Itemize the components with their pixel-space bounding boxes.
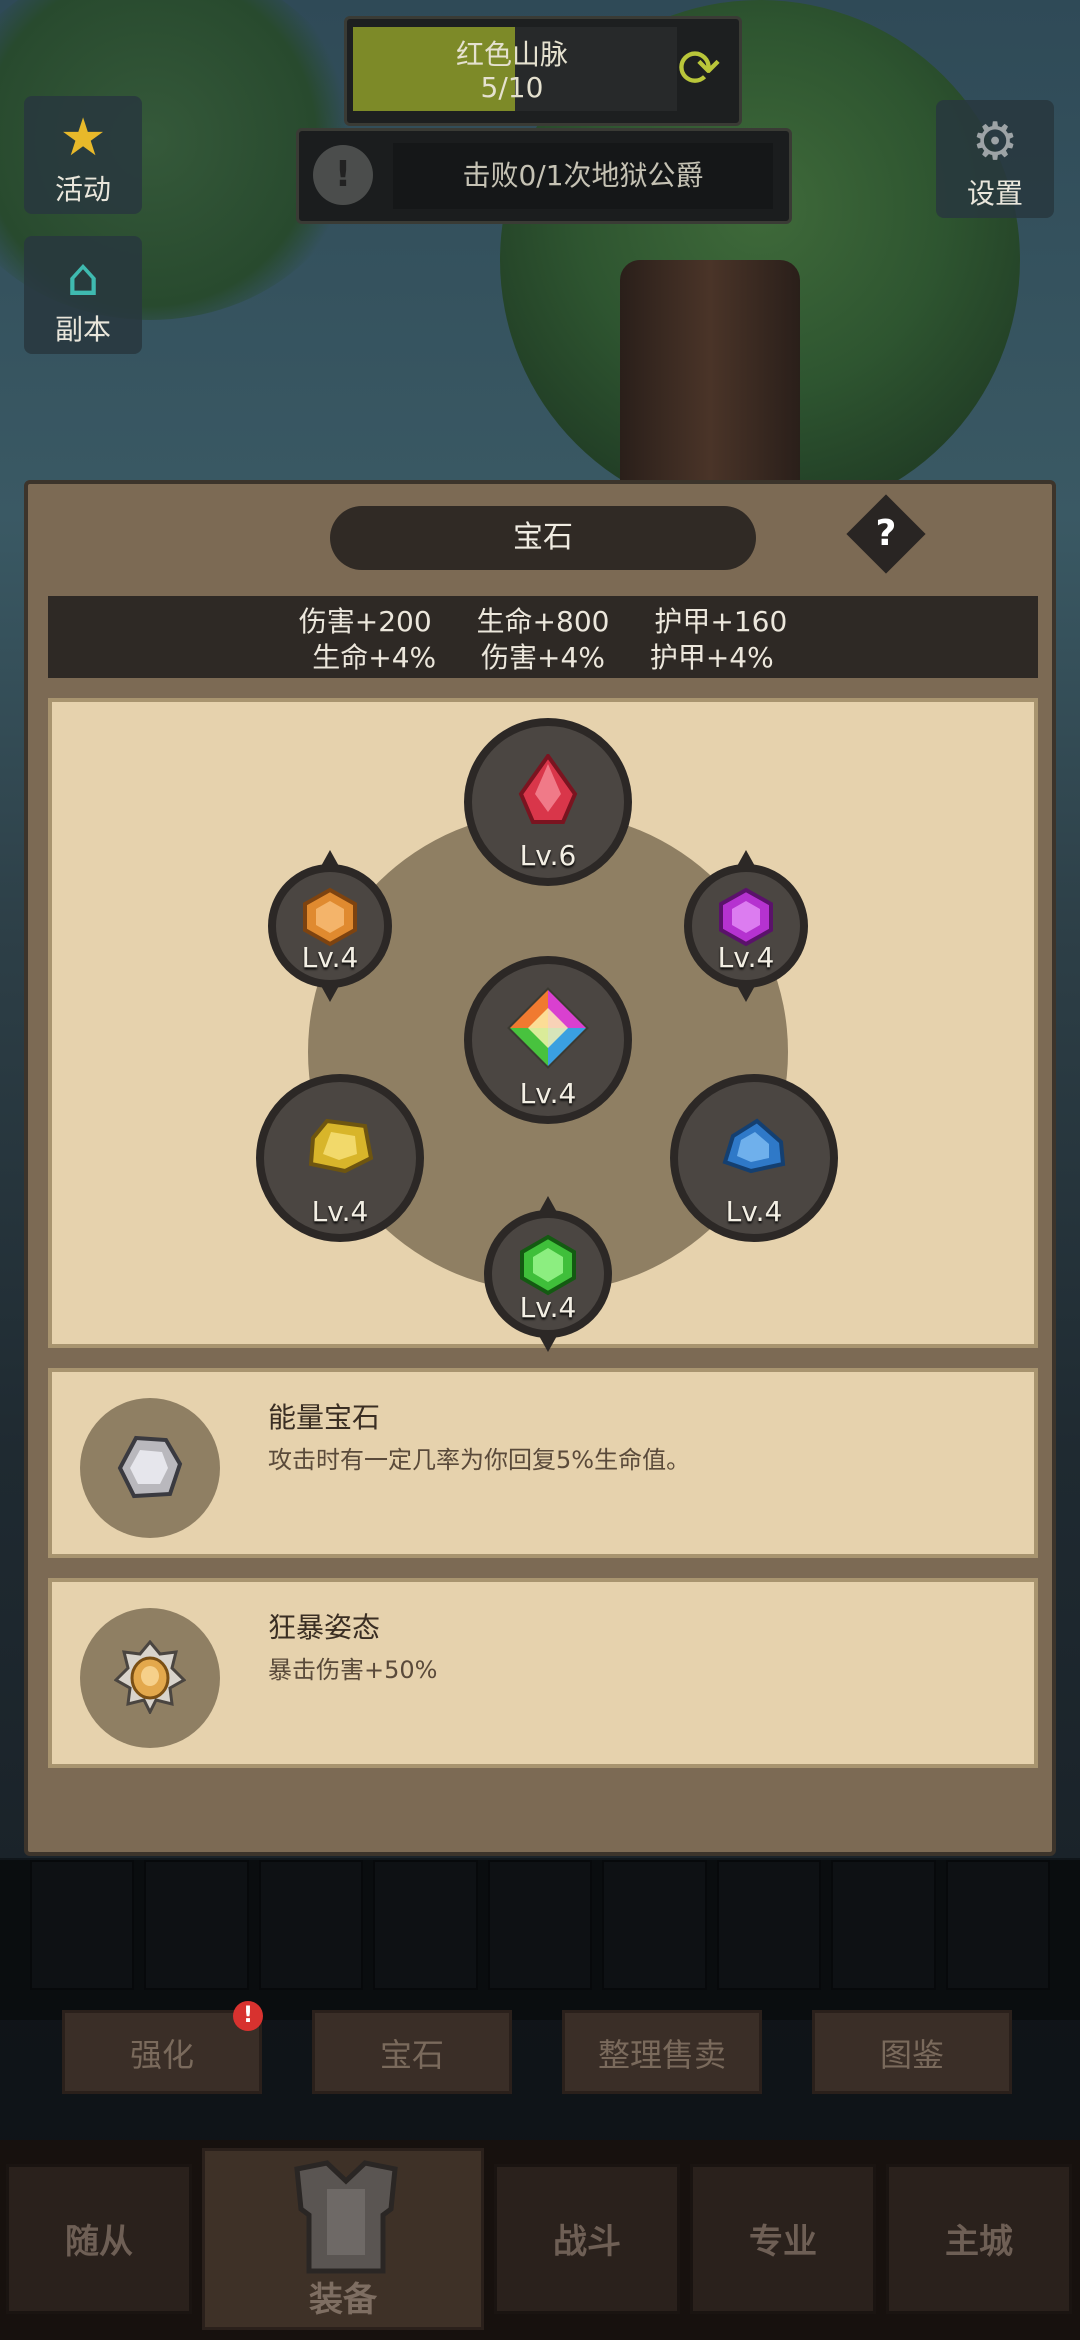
skill-name: 能量宝石 [268, 1401, 381, 1434]
energy-gem-icon [80, 1398, 220, 1538]
nav-equipment[interactable]: 装备 [202, 2148, 484, 2330]
star-icon: ★ [59, 108, 107, 168]
notification-badge: ! [233, 2001, 263, 2031]
red-gem-icon [518, 753, 578, 824]
nav-battle[interactable]: 战斗 [494, 2164, 680, 2314]
gem-panel: 宝石 ? 伤害+200 生命+800 护甲+160 生命+4% 伤害+4% 护甲… [24, 480, 1056, 1856]
nav-main-city-label: 主城 [945, 2222, 1013, 2262]
gem-level-green: Lv.4 [519, 1291, 577, 1324]
stat-health-pct: 生命+4% [312, 641, 437, 674]
alert-icon: ! [313, 145, 373, 205]
green-gem-icon [520, 1234, 576, 1296]
settings-label: 设置 [966, 177, 1023, 210]
stage-progress-box: 红色山脉 5/10 ⟳ [344, 16, 742, 126]
gem-socket-red[interactable]: Lv.6 [464, 718, 632, 886]
equipment-subtabs: 强化 ! 宝石 整理售卖 图鉴 [0, 2001, 1080, 2100]
dungeon-button[interactable]: ⌂ 副本 [24, 236, 142, 354]
skill-desc: 暴击伤害+50% [268, 1656, 438, 1684]
skill-name: 狂暴姿态 [268, 1611, 381, 1644]
stat-health: 生命+800 [476, 605, 610, 638]
tab-sort-sell-label: 整理售卖 [597, 2036, 726, 2074]
tab-enhance-label: 强化 [129, 2036, 194, 2074]
tab-gem-label: 宝石 [379, 2036, 444, 2074]
tab-gem[interactable]: 宝石 [312, 2010, 512, 2094]
nav-main-city[interactable]: 主城 [886, 2164, 1072, 2314]
stat-armor: 护甲+160 [654, 605, 788, 638]
settings-button[interactable]: ⚙ 设置 [936, 100, 1054, 218]
tab-codex-label: 图鉴 [879, 2036, 944, 2074]
refresh-icon[interactable]: ⟳ [669, 33, 729, 105]
gem-board: Lv.6 Lv.4 Lv.4 Lv.4 Lv.4 Lv.4 Lv.4 [48, 698, 1038, 1352]
gem-level-rainbow: Lv.4 [519, 1077, 577, 1110]
help-button[interactable]: ? [846, 494, 926, 574]
yellow-gem-icon [308, 1118, 374, 1173]
nav-profession[interactable]: 专业 [690, 2164, 876, 2314]
nav-battle-label: 战斗 [553, 2222, 621, 2262]
blue-gem-icon [722, 1118, 786, 1173]
stage-name: 红色山脉 [455, 38, 568, 71]
orange-gem-icon [303, 888, 357, 947]
rainbow-gem-icon [507, 986, 589, 1069]
gem-socket-blue[interactable]: Lv.4 [670, 1074, 838, 1242]
activity-button[interactable]: ★ 活动 [24, 96, 142, 214]
stage-progress-text: 5/10 [480, 71, 544, 104]
gem-socket-orange[interactable]: Lv.4 [268, 850, 392, 1002]
quest-bar[interactable]: ! 击败0/1次地狱公爵 [296, 128, 792, 224]
nav-equipment-label: 装备 [309, 2280, 377, 2320]
berserk-stance-icon [80, 1608, 220, 1748]
skill-desc: 攻击时有一定几率为你回复5%生命值。 [268, 1446, 691, 1474]
gem-level-yellow: Lv.4 [311, 1195, 369, 1228]
gem-socket-rainbow[interactable]: Lv.4 [464, 956, 632, 1124]
gem-level-purple: Lv.4 [717, 941, 775, 974]
bottom-nav: 随从 装备 战斗 专业 主城 [0, 2140, 1080, 2340]
panel-title: 宝石 [330, 506, 756, 570]
stat-damage-pct: 伤害+4% [481, 641, 605, 674]
gem-level-orange: Lv.4 [301, 941, 359, 974]
gem-socket-purple[interactable]: Lv.4 [684, 850, 808, 1002]
activity-label: 活动 [54, 173, 111, 206]
dungeon-label: 副本 [54, 313, 111, 346]
tab-sort-sell[interactable]: 整理售卖 [562, 2010, 762, 2094]
skill-card-energy-gem[interactable]: 能量宝石 攻击时有一定几率为你回复5%生命值。 [48, 1368, 1038, 1558]
purple-gem-icon [719, 888, 773, 947]
nav-followers-label: 随从 [65, 2222, 133, 2262]
stats-bar: 伤害+200 生命+800 护甲+160 生命+4% 伤害+4% 护甲+4% [48, 596, 1038, 678]
gem-level-blue: Lv.4 [725, 1195, 783, 1228]
tab-enhance[interactable]: 强化 ! [62, 2001, 263, 2094]
gem-socket-green[interactable]: Lv.4 [484, 1196, 612, 1352]
skill-card-berserk-stance[interactable]: 狂暴姿态 暴击伤害+50% [48, 1578, 1038, 1768]
gem-level-red: Lv.6 [519, 839, 577, 872]
stat-damage: 伤害+200 [298, 605, 432, 638]
gear-icon: ⚙ [971, 112, 1019, 172]
tab-codex[interactable]: 图鉴 [812, 2010, 1012, 2094]
gem-socket-yellow[interactable]: Lv.4 [256, 1074, 424, 1242]
question-icon: ? [875, 513, 897, 554]
nav-profession-label: 专业 [749, 2222, 817, 2262]
portal-icon: ⌂ [66, 248, 100, 308]
armor-icon [294, 2160, 398, 2274]
nav-followers[interactable]: 随从 [6, 2164, 192, 2314]
stat-armor-pct: 护甲+4% [649, 641, 774, 674]
quest-text: 击败0/1次地狱公爵 [393, 143, 773, 209]
